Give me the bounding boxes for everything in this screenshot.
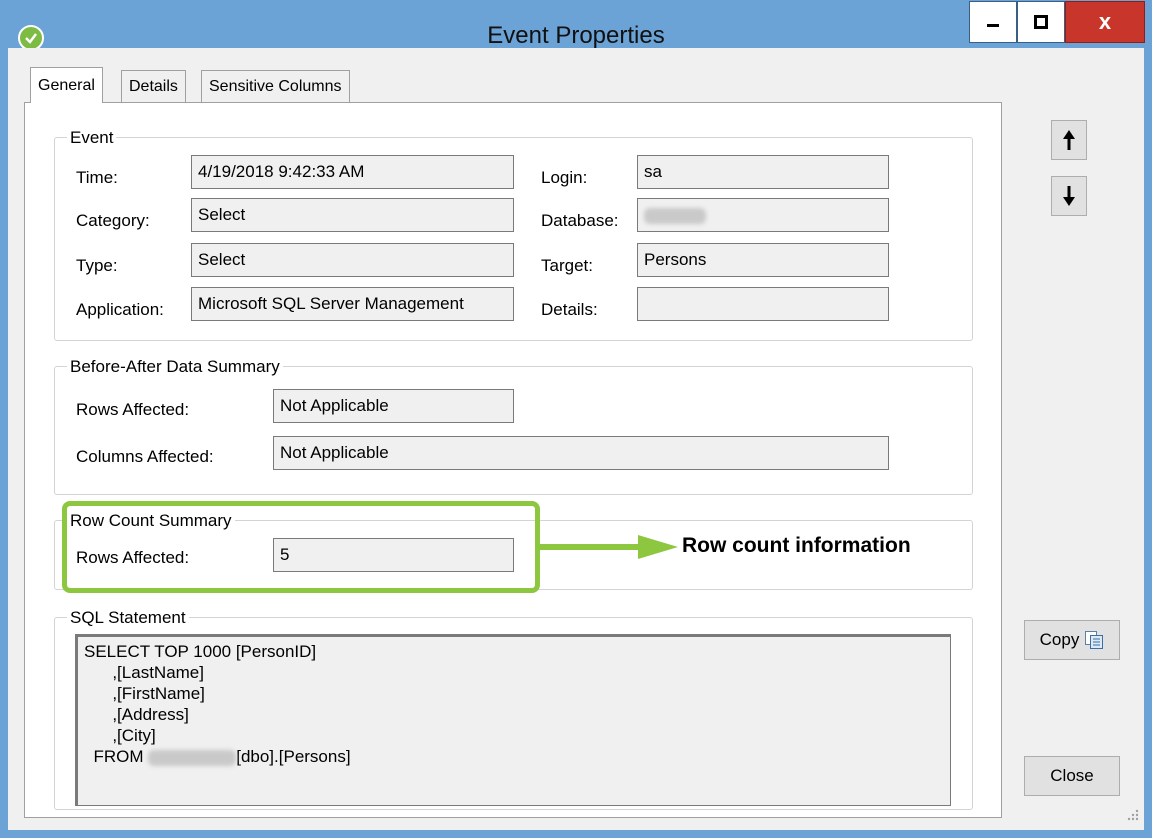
details-label: Details:	[541, 300, 598, 319]
application-field[interactable]: Microsoft SQL Server Management	[191, 287, 514, 321]
row-count-rows-label: Rows Affected:	[76, 548, 190, 567]
sql-statement-legend: SQL Statement	[67, 608, 189, 628]
before-after-rows-label: Rows Affected:	[76, 400, 190, 419]
application-label: Application:	[76, 300, 164, 319]
minimize-icon	[987, 24, 999, 27]
tab-sensitive-columns[interactable]: Sensitive Columns	[201, 70, 350, 102]
details-field[interactable]	[637, 287, 889, 321]
time-field[interactable]: 4/19/2018 9:42:33 AM	[191, 155, 514, 189]
login-label: Login:	[541, 168, 588, 187]
sql-line-prefix: FROM	[84, 747, 149, 766]
category-label: Category:	[76, 211, 150, 230]
sql-line-suffix: [dbo].[Persons]	[236, 747, 351, 766]
database-label: Database:	[541, 211, 619, 230]
arrow-down-icon	[1063, 186, 1075, 206]
close-window-button[interactable]: x	[1065, 1, 1145, 43]
event-legend: Event	[67, 128, 117, 148]
arrow-up-icon	[1063, 130, 1075, 150]
move-up-button[interactable]	[1051, 120, 1087, 160]
database-field[interactable]	[637, 198, 889, 232]
time-label: Time:	[76, 168, 118, 187]
row-count-legend: Row Count Summary	[67, 511, 235, 531]
login-field[interactable]: sa	[637, 155, 889, 189]
annotation-arrow-icon	[538, 535, 678, 559]
sql-line: FROM [dbo].[Persons]	[84, 746, 944, 767]
sql-statement-textarea[interactable]: SELECT TOP 1000 [PersonID] ,[LastName] ,…	[75, 634, 951, 806]
category-field[interactable]: Select	[191, 198, 514, 232]
before-after-rows-field[interactable]: Not Applicable	[273, 389, 514, 423]
maximize-icon	[1034, 15, 1048, 29]
annotation-text: Row count information	[682, 534, 911, 557]
before-after-group	[54, 366, 973, 495]
columns-affected-label: Columns Affected:	[76, 447, 214, 466]
copy-icon	[1085, 631, 1104, 649]
move-down-button[interactable]	[1051, 176, 1087, 216]
type-label: Type:	[76, 256, 118, 275]
target-field[interactable]: Persons	[637, 243, 889, 277]
target-label: Target:	[541, 256, 593, 275]
sql-line: ,[Address]	[84, 705, 189, 724]
resize-grip-icon[interactable]	[1124, 806, 1140, 822]
tab-general[interactable]: General	[30, 67, 103, 103]
tab-details[interactable]: Details	[121, 70, 186, 102]
sql-line: ,[FirstName]	[84, 684, 205, 703]
close-icon: x	[1098, 9, 1112, 34]
maximize-button[interactable]	[1017, 1, 1065, 43]
sql-line: ,[LastName]	[84, 663, 204, 682]
redacted-database-name	[644, 207, 706, 224]
columns-affected-field[interactable]: Not Applicable	[273, 436, 889, 470]
sql-line: SELECT TOP 1000 [PersonID]	[84, 642, 317, 661]
redacted-database-name	[148, 749, 237, 766]
sql-line: ,[City]	[84, 726, 156, 745]
minimize-button[interactable]	[969, 1, 1017, 43]
close-button[interactable]: Close	[1024, 756, 1120, 796]
row-count-rows-field[interactable]: 5	[273, 538, 514, 572]
copy-label: Copy	[1039, 630, 1080, 649]
before-after-legend: Before-After Data Summary	[67, 357, 283, 377]
copy-button[interactable]: Copy	[1024, 620, 1120, 660]
type-field[interactable]: Select	[191, 243, 514, 277]
